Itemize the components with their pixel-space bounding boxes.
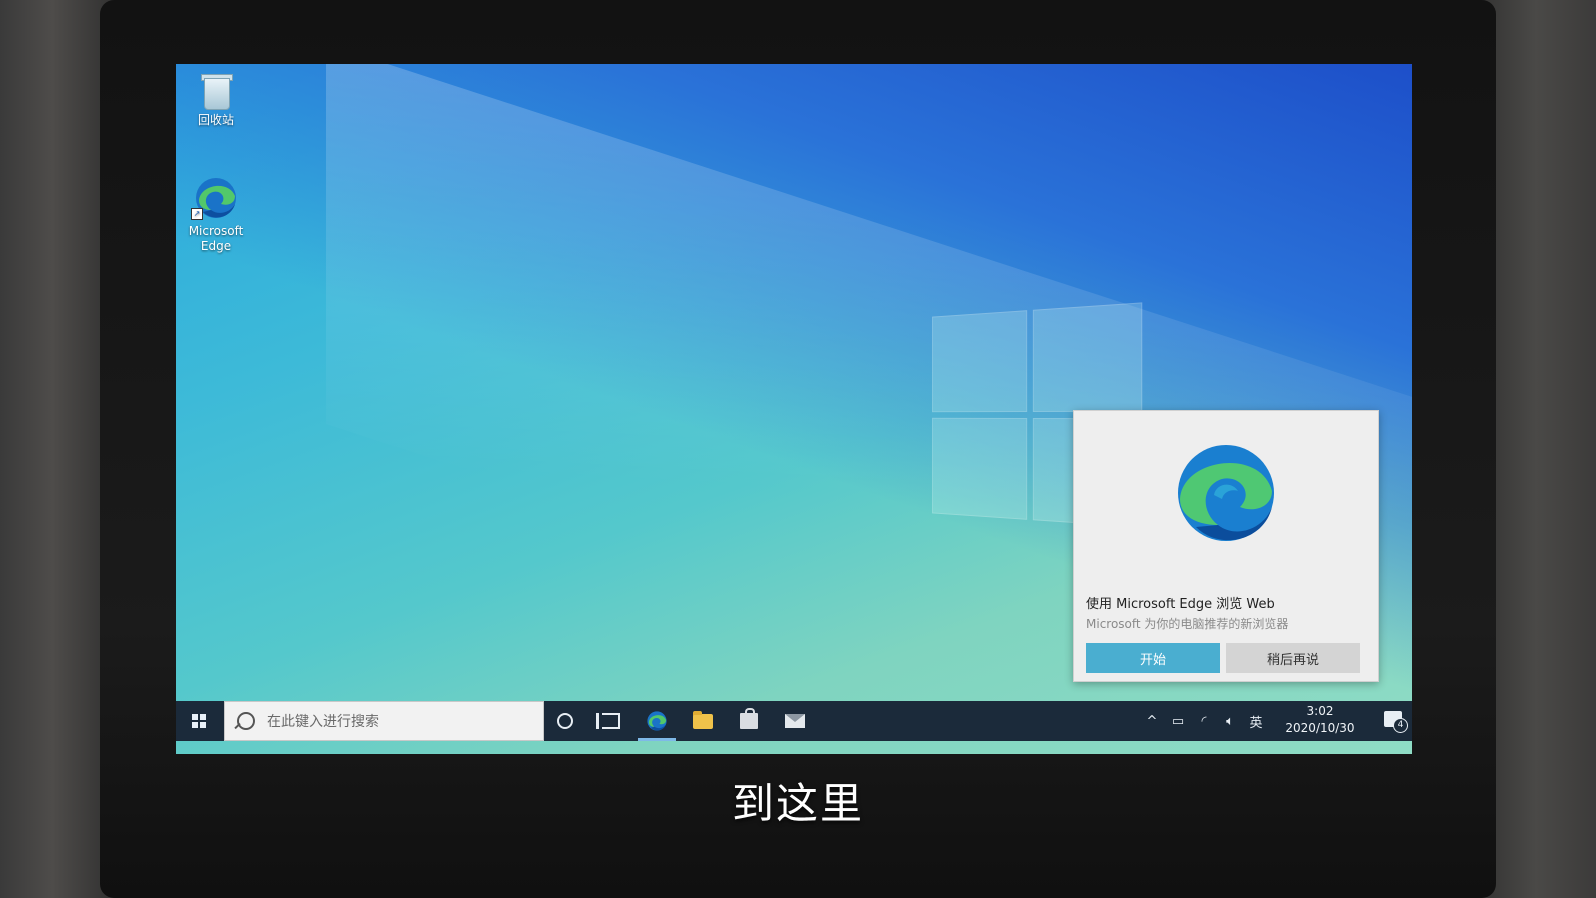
mail-button[interactable] [772, 701, 818, 741]
task-view-button[interactable] [588, 701, 634, 741]
desktop-icon-edge[interactable]: ↗ Microsoft Edge [181, 174, 251, 254]
toast-title: 使用 Microsoft Edge 浏览 Web [1086, 597, 1275, 612]
store-icon [740, 708, 758, 729]
taskbar-clock[interactable]: 3:02 2020/10/30 [1280, 703, 1360, 737]
edge-icon: ↗ [191, 174, 241, 222]
file-explorer-icon [693, 710, 713, 729]
task-view-icon [596, 713, 620, 729]
battery-icon[interactable]: ▭ [1170, 714, 1186, 729]
system-tray: ^ ▭ ◜ 🔈︎ 英 [1144, 701, 1264, 741]
clock-date: 2020/10/30 [1285, 721, 1355, 735]
cortana-button[interactable] [542, 701, 588, 741]
edge-logo-icon [1174, 441, 1278, 545]
cortana-icon [557, 713, 573, 729]
toast-start-button[interactable]: 开始 [1086, 643, 1220, 673]
edge-promo-toast: 使用 Microsoft Edge 浏览 Web Microsoft 为你的电脑… [1073, 410, 1379, 682]
edge-desktop-label: Microsoft Edge [188, 224, 244, 253]
show-hidden-icons-button[interactable]: ^ [1144, 714, 1160, 729]
search-icon [237, 712, 255, 730]
action-center-icon[interactable]: 4 [1384, 711, 1408, 733]
search-placeholder: 在此键入进行搜索 [267, 714, 379, 730]
taskbar: 在此键入进行搜索 ^ ▭ ◜ 🔈︎ 英 3:02 2020/10/30 4 [176, 701, 1412, 741]
windows-icon [192, 714, 206, 728]
wifi-icon[interactable]: ◜ [1196, 714, 1212, 729]
recycle-bin-label: 回收站 [197, 113, 234, 127]
store-button[interactable] [726, 701, 772, 741]
recycle-bin-icon [201, 72, 233, 110]
toast-subtitle: Microsoft 为你的电脑推荐的新浏览器 [1086, 617, 1289, 631]
clock-time: 3:02 [1306, 704, 1334, 718]
notification-count-badge: 4 [1393, 718, 1408, 733]
desktop-icon-recycle-bin[interactable]: 回收站 [181, 72, 251, 128]
file-explorer-button[interactable] [680, 701, 726, 741]
taskbar-edge-button[interactable] [634, 701, 680, 741]
taskbar-search-box[interactable]: 在此键入进行搜索 [224, 701, 544, 741]
video-caption: 到这里 [731, 779, 864, 828]
toast-later-button[interactable]: 稍后再说 [1226, 643, 1360, 673]
mail-icon [785, 714, 805, 728]
input-method-indicator[interactable]: 英 [1248, 712, 1264, 731]
desktop-screen: 回收站 ↗ Microsoft Edge 使用 Microsoft Edge 浏… [176, 64, 1412, 754]
volume-icon[interactable]: 🔈︎ [1222, 714, 1238, 729]
edge-icon [647, 711, 667, 731]
start-button[interactable] [176, 701, 222, 741]
